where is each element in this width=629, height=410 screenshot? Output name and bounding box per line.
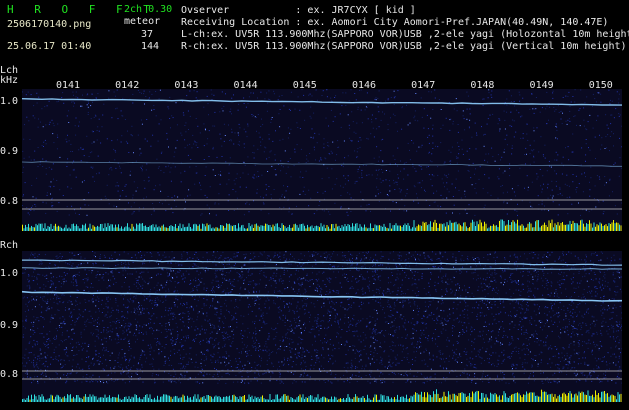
noise-layer	[22, 251, 622, 384]
lch-freq-tick-1-0: 1.0	[0, 96, 19, 107]
lch-spectrogram	[22, 89, 622, 231]
lch-freq-tick-0-9: 0.9	[0, 146, 19, 157]
carrier-trace	[22, 290, 622, 302]
carrier-trace	[22, 259, 622, 266]
datetime-label: 25.06.17 01:40	[7, 41, 92, 52]
lch-receiver-info: L-ch:ex. UV5R 113.900Mhz(SAPPORO VOR)USB…	[181, 29, 629, 40]
version-label: 2ch 0.30	[124, 4, 173, 15]
meteor-label: meteor	[124, 16, 161, 27]
level-bars	[22, 219, 622, 231]
filename-label: 2506170140.png	[7, 19, 92, 30]
level-bars	[22, 389, 622, 402]
carrier-trace	[22, 267, 622, 270]
rch-axis-label: Rch	[0, 240, 19, 251]
observer-info: Ovserver : ex. JR7CYX [ kid ]	[181, 5, 416, 16]
carrier-trace	[22, 98, 622, 106]
rch-freq-tick-0-9: 0.9	[0, 320, 19, 331]
carrier-trace	[22, 161, 622, 167]
location-info: Receiving Location : ex. Aomori City Aom…	[181, 17, 609, 28]
lch-freq-tick-0-8: 0.8	[0, 196, 19, 207]
meteor-count-rch: 144	[141, 41, 160, 52]
khz-unit-label: kHz	[0, 75, 19, 86]
meteor-count-lch: 37	[141, 29, 154, 40]
noise-layer	[22, 89, 622, 216]
rch-spectrogram	[22, 251, 622, 402]
rch-freq-tick-1-0: 1.0	[0, 268, 19, 279]
rch-receiver-info: R-ch:ex. UV5R 113.900Mhz(SAPPORO VOR)USB…	[181, 41, 627, 52]
rch-freq-tick-0-8: 0.8	[0, 369, 19, 380]
